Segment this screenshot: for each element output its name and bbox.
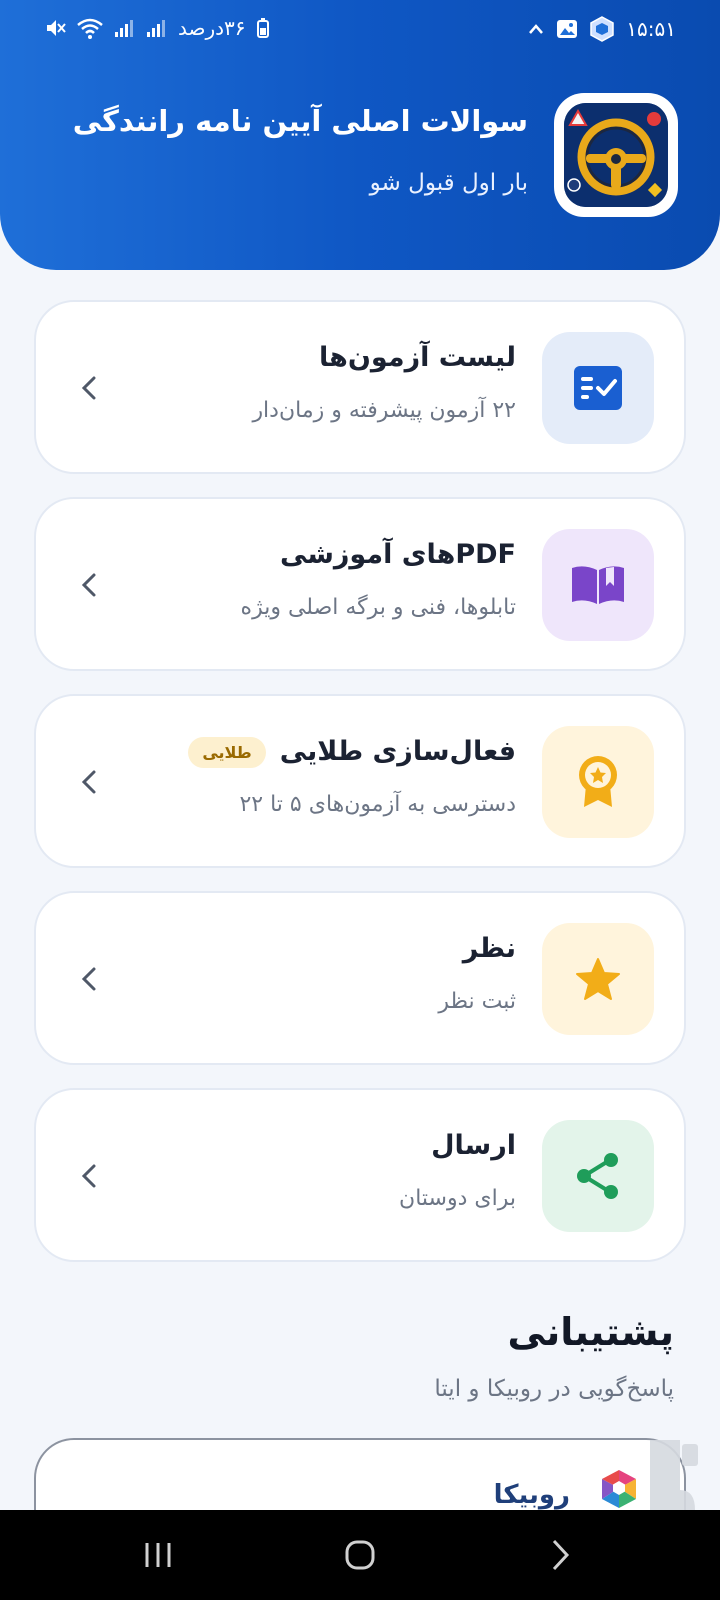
status-time: ۱۵:۵۱: [626, 17, 676, 41]
app-logo: [554, 93, 678, 217]
signal-icon-2: [115, 20, 133, 37]
battery-text: ۳۶درصد: [178, 16, 246, 40]
menu-item-exam-list[interactable]: لیست آزمون‌ها ۲۲ آزمون پیشرفته و زمان‌دا…: [34, 300, 686, 474]
menu-item-review[interactable]: نظر ثبت نظر: [34, 891, 686, 1065]
menu-item-title: PDFهای آموزشی: [280, 539, 516, 570]
back-icon: [552, 1539, 570, 1571]
recent-apps-icon: [145, 1543, 171, 1567]
steering-wheel-icon: [564, 103, 668, 207]
menu-item-pdfs[interactable]: PDFهای آموزشی تابلوها، فنی و برگه اصلی و…: [34, 497, 686, 671]
share-icon: [577, 1153, 618, 1199]
star-icon: [576, 958, 620, 1000]
menu-item-title: نظر: [462, 933, 516, 964]
chevron-left-icon: [81, 1164, 96, 1188]
home-button[interactable]: [330, 1532, 390, 1578]
app-header: ۳۶درصد ۱۵:۵۱ سوالات اصلی آیین نامه رانند…: [0, 0, 720, 270]
app-notification-icon: [590, 16, 615, 42]
header-title: سوالات اصلی آیین نامه رانندگی: [72, 104, 528, 138]
menu-item-subtitle: ۲۲ آزمون پیشرفته و زمان‌دار: [252, 398, 516, 423]
menu-item-icon-bg: [542, 923, 654, 1035]
status-left: ۳۶درصد: [44, 16, 270, 40]
battery-icon: [256, 18, 269, 38]
menu-item-icon-bg: [542, 726, 654, 838]
book-icon: [572, 566, 624, 604]
system-navigation-bar: [0, 1510, 720, 1600]
menu-item-title: ارسال: [431, 1130, 516, 1161]
header-subtitle: بار اول قبول شو: [369, 170, 528, 196]
chevron-left-icon: [81, 967, 96, 991]
menu-item-subtitle: ثبت نظر: [438, 989, 516, 1014]
menu-item-icon-bg: [542, 1120, 654, 1232]
chevron-left-icon: [81, 376, 96, 400]
gold-badge: طلایی: [188, 737, 266, 768]
status-bar: ۳۶درصد ۱۵:۵۱: [0, 16, 720, 48]
menu-item-title: لیست آزمون‌ها: [319, 342, 516, 373]
menu-item-subtitle: تابلوها، فنی و برگه اصلی ویژه: [240, 595, 516, 620]
gallery-icon: [557, 20, 578, 38]
status-right: ۱۵:۵۱: [528, 16, 676, 42]
home-icon: [345, 1540, 375, 1570]
menu-item-title-text: فعال‌سازی طلایی: [279, 736, 516, 767]
signal-icon: [147, 20, 165, 37]
menu-item-subtitle: دسترسی به آزمون‌های ۵ تا ۲۲: [239, 792, 516, 817]
support-subtitle: پاسخ‌گویی در روبیکا و ایتا: [434, 1376, 674, 1402]
back-button[interactable]: [530, 1532, 590, 1578]
menu-item-subtitle: برای دوستان: [399, 1186, 516, 1211]
rubika-label: روبیکا: [493, 1480, 570, 1510]
menu-item-gold-activation[interactable]: فعال‌سازی طلایی طلایی دسترسی به آزمون‌های…: [34, 694, 686, 868]
chevron-up-icon: [529, 24, 544, 34]
menu-item-title: فعال‌سازی طلایی طلایی: [188, 736, 516, 768]
support-heading: پشتیبانی: [507, 1310, 674, 1354]
wifi-icon: [77, 18, 103, 39]
menu-item-icon-bg: [542, 332, 654, 444]
chevron-left-icon: [81, 770, 96, 794]
menu-item-icon-bg: [542, 529, 654, 641]
mute-icon: [47, 20, 66, 36]
checklist-icon: [574, 366, 622, 410]
award-icon: [579, 756, 617, 807]
menu-item-share[interactable]: ارسال برای دوستان: [34, 1088, 686, 1262]
recent-apps-button[interactable]: [128, 1532, 188, 1578]
chevron-left-icon: [81, 573, 96, 597]
